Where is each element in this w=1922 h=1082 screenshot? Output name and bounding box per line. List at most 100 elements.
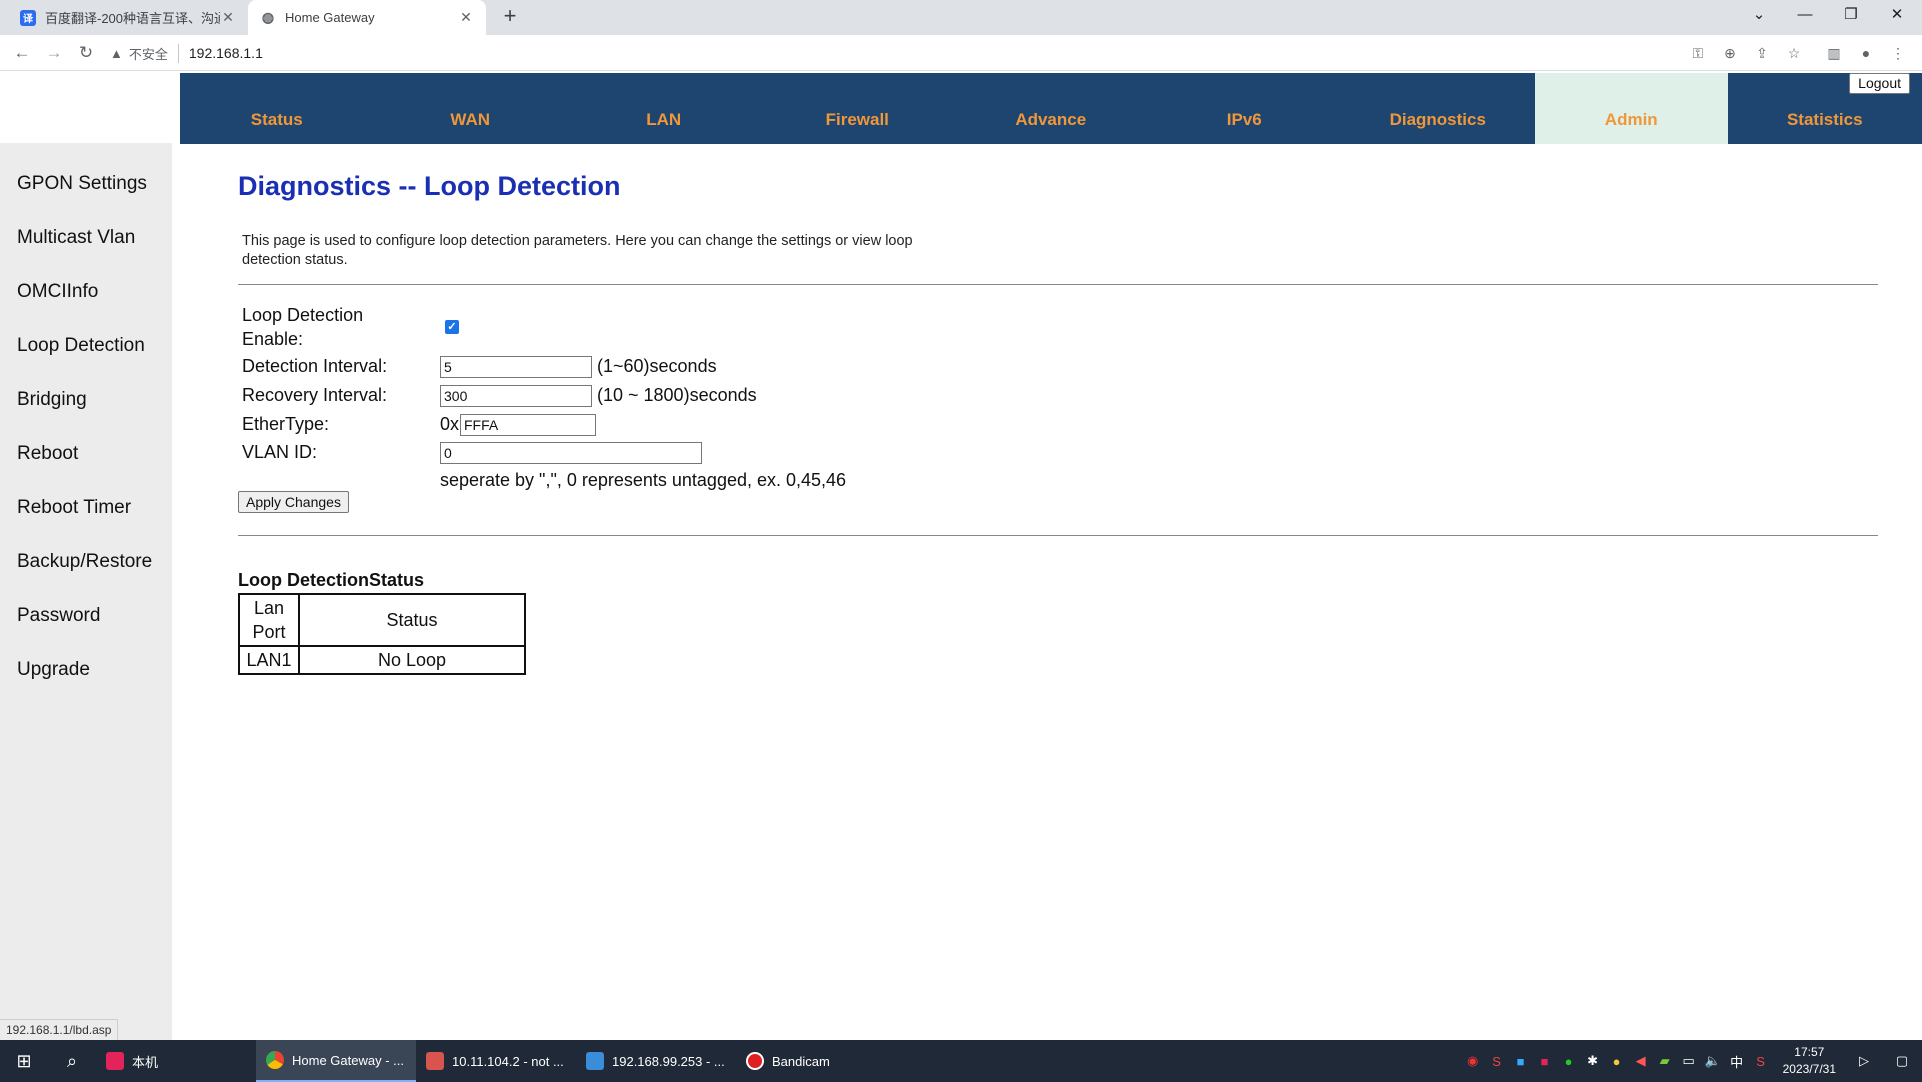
taskbar-app-label: Bandicam: [772, 1053, 830, 1069]
share-icon[interactable]: ⇪: [1752, 43, 1772, 63]
forward-arrow-icon[interactable]: →: [42, 41, 66, 65]
sogou-tray-icon[interactable]: S: [1749, 1054, 1773, 1069]
nav-tab-wan[interactable]: WAN: [374, 73, 568, 144]
sidebar-item-upgrade[interactable]: Upgrade: [0, 643, 172, 697]
taskbar-app-label: 192.168.99.253 - ...: [612, 1053, 725, 1069]
clock-time: 17:57: [1794, 1045, 1825, 1059]
bookmark-star-icon[interactable]: ☆: [1784, 43, 1804, 63]
nav-tab-lan[interactable]: LAN: [567, 73, 761, 144]
sidebar-item-reboot-timer[interactable]: Reboot Timer: [0, 481, 172, 535]
sidebar-item-backup-restore[interactable]: Backup/Restore: [0, 535, 172, 589]
taskbar-app-label: 本机: [132, 1054, 159, 1070]
ethertype-input[interactable]: [460, 414, 596, 436]
table-row: LAN1 No Loop: [238, 645, 526, 675]
sidebar-item-omciinfo[interactable]: OMCIInfo: [0, 265, 172, 319]
baidu-translate-favicon-icon: 译: [20, 9, 36, 26]
address-bar[interactable]: ▲ 不安全 192.168.1.1: [110, 39, 1670, 67]
windows-start-icon[interactable]: ⊞: [0, 1040, 48, 1082]
nav-tab-advance[interactable]: Advance: [954, 73, 1148, 144]
taskbar-app-label: Home Gateway - ...: [292, 1052, 404, 1068]
nav-tab-admin[interactable]: Admin: [1534, 73, 1728, 144]
sidebar-item-multicast-vlan[interactable]: Multicast Vlan: [0, 211, 172, 265]
app-icon: [106, 1052, 124, 1070]
notification-icon[interactable]: ▢: [1882, 1053, 1922, 1069]
search-icon[interactable]: ⌕: [48, 1040, 96, 1082]
cell-lan-port: LAN1: [238, 645, 300, 675]
app-tray-icon[interactable]: ◀: [1629, 1053, 1653, 1069]
security-label[interactable]: 不安全: [129, 43, 179, 63]
sidebar-item-gpon-settings[interactable]: GPON Settings: [0, 157, 172, 211]
browser-tab-home-gateway[interactable]: ◍ Home Gateway ✕: [248, 0, 486, 35]
nvidia-tray-icon[interactable]: ▰: [1653, 1053, 1677, 1069]
clock[interactable]: 17:57 2023/7/31: [1773, 1044, 1846, 1078]
close-tab-icon[interactable]: ✕: [458, 9, 474, 26]
column-header-status: Status: [298, 593, 526, 647]
nav-tab-diagnostics[interactable]: Diagnostics: [1341, 73, 1535, 144]
loop-detection-form: Loop Detection Enable: ✓ Detection Inter…: [238, 303, 1878, 513]
taskbar-app-remote-2[interactable]: 192.168.99.253 - ...: [576, 1040, 736, 1082]
ethertype-label: EtherType:: [242, 414, 330, 434]
apply-changes-button[interactable]: Apply Changes: [238, 491, 349, 513]
menu-kebab-icon[interactable]: ⋮: [1888, 43, 1908, 63]
network-tray-icon[interactable]: ▭: [1677, 1053, 1701, 1069]
minimize-icon[interactable]: —: [1782, 0, 1828, 32]
record-tray-icon[interactable]: ◉: [1461, 1053, 1485, 1069]
sidebar-item-bridging[interactable]: Bridging: [0, 373, 172, 427]
detection-interval-input[interactable]: [440, 356, 592, 378]
system-tray: ◉ S ■ ■ ● ✱ ● ◀ ▰ ▭ 🔈 中 S 17:57 2023/7/3…: [1461, 1040, 1922, 1082]
close-tab-icon[interactable]: ✕: [220, 9, 236, 26]
ime-indicator[interactable]: 中: [1725, 1052, 1749, 1071]
app-tray-icon[interactable]: ■: [1533, 1054, 1557, 1069]
page-description: This page is used to configure loop dete…: [242, 233, 913, 268]
record-icon: [746, 1052, 764, 1070]
taskbar-app-remote-1[interactable]: 10.11.104.2 - not ...: [416, 1040, 576, 1082]
taskbar-app-chrome[interactable]: Home Gateway - ...: [256, 1040, 416, 1082]
new-tab-button[interactable]: +: [498, 5, 522, 29]
show-desktop-icon[interactable]: ▷: [1846, 1053, 1882, 1069]
nav-tab-firewall[interactable]: Firewall: [761, 73, 955, 144]
column-header-lan-port-line1: Lan: [253, 598, 285, 618]
browser-toolbar: ← → ↻ ▲ 不安全 192.168.1.1 ⚿ ⊕ ⇪ ☆ ▥ ● ⋮: [0, 35, 1922, 71]
brand-area: [0, 71, 172, 143]
sogou-tray-icon[interactable]: S: [1485, 1054, 1509, 1069]
key-icon[interactable]: ⚿: [1688, 43, 1708, 63]
app-tray-icon[interactable]: ✱: [1581, 1053, 1605, 1069]
vlan-id-label: VLAN ID:: [242, 442, 318, 462]
sidebar-item-loop-detection[interactable]: Loop Detection: [0, 319, 172, 373]
taskbar-app-local[interactable]: 本机: [96, 1040, 256, 1082]
loop-detection-enable-checkbox[interactable]: ✓: [445, 320, 459, 334]
profile-avatar-icon[interactable]: ●: [1856, 43, 1876, 63]
nav-tab-ipv6[interactable]: IPv6: [1148, 73, 1342, 144]
network-icon: [586, 1052, 604, 1070]
side-panel-icon[interactable]: ▥: [1824, 43, 1844, 63]
divider: [238, 284, 1878, 285]
restore-icon[interactable]: ❐: [1828, 0, 1874, 32]
sidebar-item-password[interactable]: Password: [0, 589, 172, 643]
loop-status-title: Loop DetectionStatus: [238, 570, 425, 590]
sidebar: GPON Settings Multicast Vlan OMCIInfo Lo…: [0, 71, 172, 1040]
close-window-icon[interactable]: ✕: [1874, 0, 1920, 32]
url-text[interactable]: 192.168.1.1: [189, 45, 263, 61]
recovery-interval-input[interactable]: [440, 385, 592, 407]
tab-search-chevron-down-icon[interactable]: ⌄: [1736, 0, 1782, 32]
loop-status-table: Lan Port Status LAN1 No Loop: [238, 593, 526, 675]
nav-tab-status[interactable]: Status: [180, 73, 374, 144]
tab-strip: 译 百度翻译-200种语言互译、沟通 ✕ ◍ Home Gateway ✕ + …: [0, 0, 1922, 35]
app-tray-icon[interactable]: ■: [1509, 1054, 1533, 1069]
taskbar-app-bandicam[interactable]: Bandicam: [736, 1040, 896, 1082]
wechat-tray-icon[interactable]: ●: [1557, 1054, 1581, 1069]
vlan-id-hint: seperate by ",", 0 represents untagged, …: [440, 470, 847, 490]
sidebar-item-reboot[interactable]: Reboot: [0, 427, 172, 481]
volume-muted-icon[interactable]: 🔈: [1701, 1053, 1725, 1069]
recovery-interval-label: Recovery Interval:: [242, 385, 388, 405]
logout-button[interactable]: Logout: [1849, 73, 1910, 94]
app-tray-icon[interactable]: ●: [1605, 1054, 1629, 1069]
reload-icon[interactable]: ↻: [74, 41, 98, 65]
warning-triangle-icon[interactable]: ▲: [110, 46, 123, 61]
vlan-id-input[interactable]: [440, 442, 702, 464]
zoom-icon[interactable]: ⊕: [1720, 43, 1740, 63]
back-arrow-icon[interactable]: ←: [10, 41, 34, 65]
browser-tab-baidu-translate[interactable]: 译 百度翻译-200种语言互译、沟通 ✕: [8, 0, 248, 35]
enable-label-line2: Enable:: [242, 329, 304, 349]
gateway-page: GPON Settings Multicast Vlan OMCIInfo Lo…: [0, 71, 1922, 1040]
